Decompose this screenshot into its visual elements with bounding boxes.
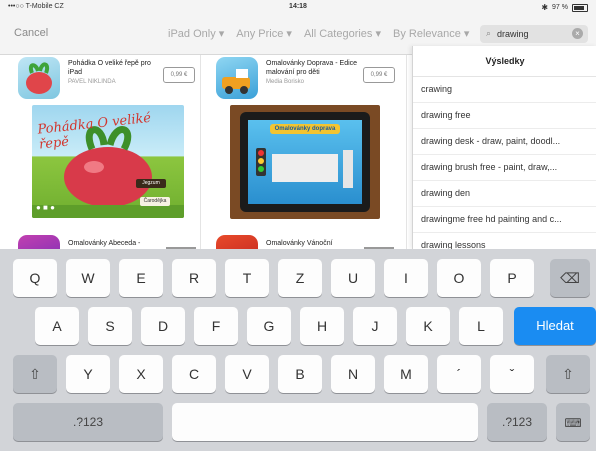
key-b[interactable]: B <box>278 355 322 393</box>
key-w[interactable]: W <box>66 259 110 297</box>
app-title-abeceda[interactable]: Omalovánky Abeceda - <box>68 239 160 248</box>
filter-price[interactable]: Any Price ▾ <box>236 27 292 40</box>
key-s[interactable]: S <box>88 307 132 345</box>
key-i[interactable]: I <box>384 259 428 297</box>
filter-bar: iPad Only ▾ Any Price ▾ All Categories ▾… <box>168 27 469 40</box>
app-icon-abeceda[interactable] <box>18 235 60 249</box>
space-key[interactable] <box>172 403 478 441</box>
battery-indicator: ✱ 97 % <box>541 3 588 12</box>
suggestion-item[interactable]: drawing den <box>413 181 596 207</box>
key-l[interactable]: L <box>459 307 503 345</box>
screenshot-button2-pohadka: Čarodějka <box>140 197 170 206</box>
search-submit-key[interactable]: Hledat <box>514 307 596 345</box>
key-n[interactable]: N <box>331 355 375 393</box>
price-button-pohadka[interactable]: 0,99 € <box>163 67 195 83</box>
bluetooth-icon: ✱ <box>541 3 549 12</box>
numbers-key-right[interactable]: .?123 <box>487 403 547 441</box>
key-t[interactable]: T <box>225 259 269 297</box>
price-button-doprava[interactable]: 0,99 € <box>363 67 395 83</box>
clear-search-icon[interactable]: × <box>572 28 583 39</box>
key-c[interactable]: C <box>172 355 216 393</box>
suggestion-item[interactable]: drawingme free hd painting and c... <box>413 207 596 233</box>
clock: 14:18 <box>289 3 307 10</box>
app-title-pohadka[interactable]: Pohádka O veliké řepě pro iPad <box>68 59 160 77</box>
suggestion-item[interactable]: drawing lessons <box>413 233 596 249</box>
app-card-pohadka[interactable]: Pohádka O veliké řepě pro iPad PAVEL NIK… <box>0 55 201 249</box>
filter-sort[interactable]: By Relevance ▾ <box>393 27 469 40</box>
filter-sort-label: By Relevance <box>393 28 461 40</box>
screenshot-button-pohadka: Jegzum <box>136 179 166 188</box>
key-z[interactable]: Z <box>278 259 322 297</box>
battery-icon <box>572 3 588 12</box>
key-h[interactable]: H <box>300 307 344 345</box>
filter-device[interactable]: iPad Only ▾ <box>168 27 224 40</box>
key-acute[interactable]: ´ <box>437 355 481 393</box>
key-u[interactable]: U <box>331 259 375 297</box>
key-y[interactable]: Y <box>66 355 110 393</box>
shift-key-right[interactable]: ⇧ <box>546 355 590 393</box>
search-box[interactable]: ⌕ × <box>480 25 588 43</box>
key-x[interactable]: X <box>119 355 163 393</box>
app-developer-doprava: Media Borisko <box>266 79 305 85</box>
key-caron[interactable]: ˇ <box>490 355 534 393</box>
suggestion-item[interactable]: crawing <box>413 77 596 103</box>
app-icon-vanocni[interactable] <box>216 235 258 249</box>
screenshot-icons-pohadka: ● ■ ● <box>36 203 55 212</box>
app-title-vanocni[interactable]: Omalovánky Vánoční <box>266 239 358 248</box>
suggestion-item[interactable]: drawing desk - draw, paint, doodl... <box>413 129 596 155</box>
suggestion-item[interactable]: drawing free <box>413 103 596 129</box>
shift-key-left[interactable]: ⇧ <box>13 355 57 393</box>
suggestions-header: Výsledky <box>413 46 596 77</box>
shift-icon: ⇧ <box>29 366 41 382</box>
screenshot-title-doprava: Omalovánky doprava <box>270 124 340 134</box>
search-input[interactable] <box>497 27 567 40</box>
key-g[interactable]: G <box>247 307 291 345</box>
key-f[interactable]: F <box>194 307 238 345</box>
key-k[interactable]: K <box>406 307 450 345</box>
filter-device-label: iPad Only <box>168 28 216 40</box>
key-m[interactable]: M <box>384 355 428 393</box>
key-p[interactable]: P <box>490 259 534 297</box>
backspace-key[interactable]: ⌫ <box>550 259 590 297</box>
cancel-button[interactable]: Cancel <box>14 27 48 39</box>
app-developer-pohadka: PAVEL NIKLINDA <box>68 79 116 85</box>
screenshot-doprava[interactable]: Omalovánky doprava <box>230 105 380 219</box>
numbers-key-left[interactable]: .?123 <box>13 403 163 441</box>
shift-icon: ⇧ <box>562 366 574 382</box>
app-card-doprava[interactable]: Omalovánky Doprava - Edice malování pro … <box>206 55 407 249</box>
suggestion-item[interactable]: drawing brush free - paint, draw,... <box>413 155 596 181</box>
key-v[interactable]: V <box>225 355 269 393</box>
app-icon-pohadka[interactable] <box>18 57 60 99</box>
filter-price-label: Any Price <box>236 28 284 40</box>
keyboard-icon: ⌨ <box>564 416 582 430</box>
key-j[interactable]: J <box>353 307 397 345</box>
filter-category-label: All Categories <box>303 28 373 40</box>
key-q[interactable]: Q <box>13 259 57 297</box>
search-icon: ⌕ <box>486 28 492 38</box>
battery-percent: 97 % <box>552 4 568 11</box>
hide-keyboard-key[interactable]: ⌨ <box>556 403 590 441</box>
status-bar: •••○○ T-Mobile CZ 14:18 ✱ 97 % <box>0 0 596 14</box>
screenshot-pohadka[interactable]: Pohádka O veliké řepě Jegzum Čarodějka ●… <box>32 105 184 218</box>
key-o[interactable]: O <box>437 259 481 297</box>
search-suggestions-popover: Výsledky crawing drawing free drawing de… <box>412 46 596 249</box>
onscreen-keyboard: Q W E R T Z U I O P ⌫ A S D F G H J K L … <box>0 249 596 451</box>
filter-category[interactable]: All Categories ▾ <box>304 27 381 40</box>
key-a[interactable]: A <box>35 307 79 345</box>
backspace-icon: ⌫ <box>560 270 580 286</box>
key-d[interactable]: D <box>141 307 185 345</box>
key-e[interactable]: E <box>119 259 163 297</box>
app-title-doprava[interactable]: Omalovánky Doprava - Edice malování pro … <box>266 59 358 77</box>
app-icon-doprava[interactable] <box>216 57 258 99</box>
key-r[interactable]: R <box>172 259 216 297</box>
